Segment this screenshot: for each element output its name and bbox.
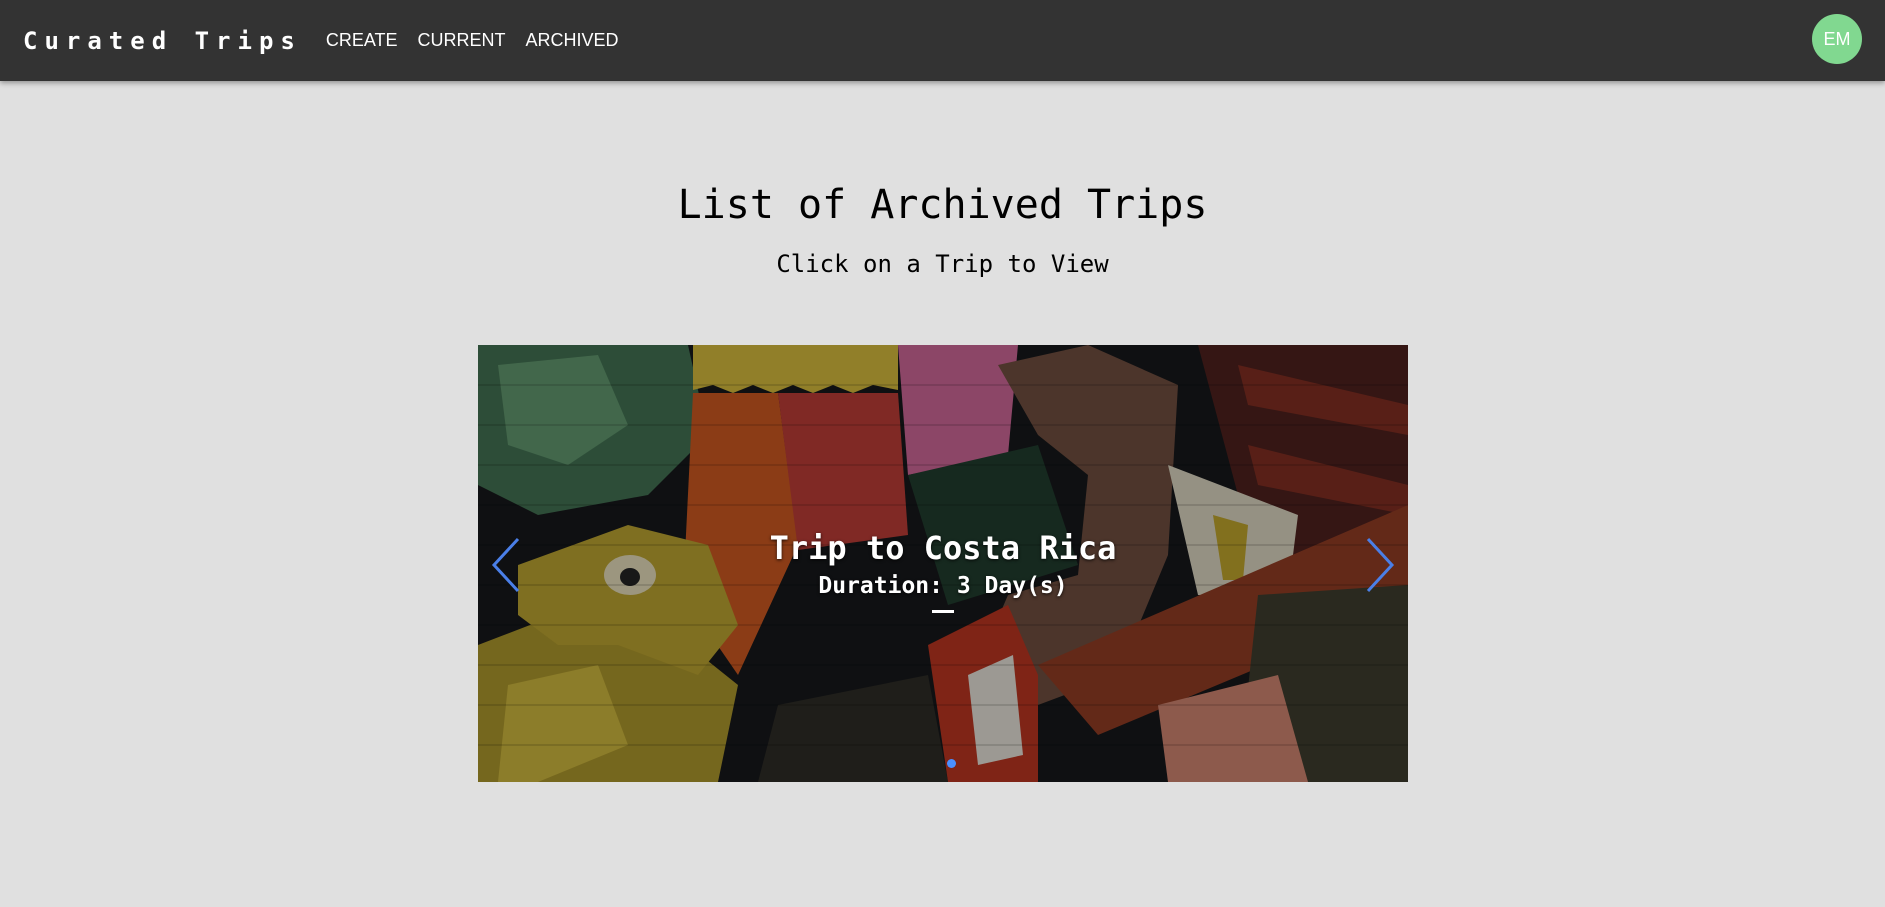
top-navbar: Curated Trips CREATE CURRENT ARCHIVED EM bbox=[0, 0, 1885, 81]
trip-carousel: Trip to Costa Rica Duration: 3 Day(s) bbox=[478, 345, 1408, 782]
nav-links: CREATE CURRENT ARCHIVED bbox=[326, 30, 639, 51]
nav-link-create[interactable]: CREATE bbox=[326, 30, 398, 51]
carousel-dot-1[interactable] bbox=[946, 759, 956, 768]
chevron-right-icon bbox=[1366, 537, 1395, 593]
user-avatar[interactable]: EM bbox=[1812, 14, 1862, 64]
caption-divider bbox=[932, 610, 954, 613]
carousel-indicators bbox=[478, 759, 1408, 768]
chevron-left-icon bbox=[491, 537, 520, 593]
nav-link-archived[interactable]: ARCHIVED bbox=[526, 30, 619, 51]
carousel-prev-button[interactable] bbox=[488, 535, 528, 595]
brand-logo[interactable]: Curated Trips bbox=[23, 27, 302, 55]
trip-duration: Duration: 3 Day(s) bbox=[818, 573, 1068, 599]
nav-link-current[interactable]: CURRENT bbox=[418, 30, 506, 51]
slide-caption[interactable]: Trip to Costa Rica Duration: 3 Day(s) bbox=[478, 525, 1408, 613]
page-subtitle: Click on a Trip to View bbox=[776, 250, 1109, 278]
page-title: List of Archived Trips bbox=[677, 182, 1208, 228]
carousel-next-button[interactable] bbox=[1358, 535, 1398, 595]
trip-title[interactable]: Trip to Costa Rica bbox=[478, 525, 1408, 571]
